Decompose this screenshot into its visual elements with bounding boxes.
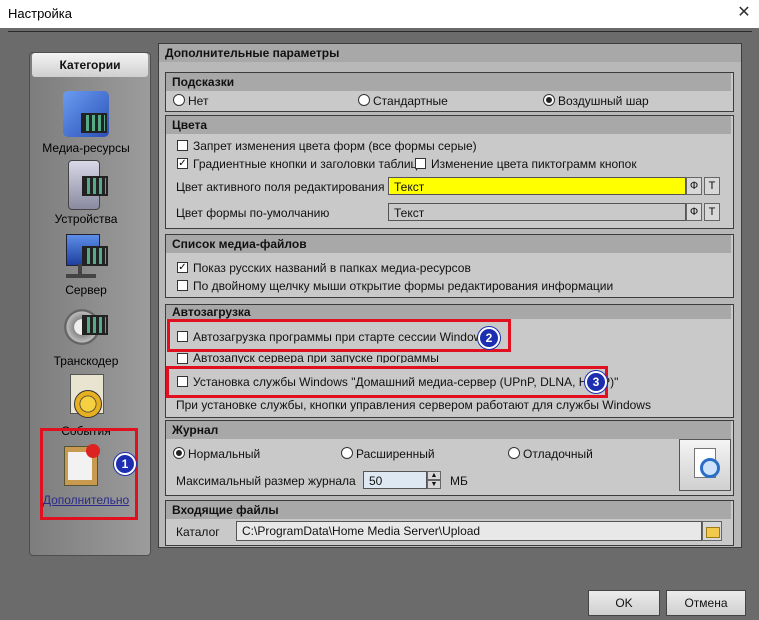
size-up-icon[interactable]: ▲ — [427, 471, 441, 480]
highlight-box-2 — [167, 319, 511, 352]
default-form-text-button[interactable]: Т — [704, 203, 720, 221]
magnifier-icon — [700, 458, 720, 478]
active-field-font-button[interactable]: Ф — [686, 177, 702, 195]
incoming-title: Входящие файлы — [166, 501, 731, 519]
colors-title: Цвета — [166, 116, 731, 134]
autostart-title: Автозагрузка — [166, 305, 731, 319]
ok-button[interactable]: OK — [588, 590, 660, 616]
hints-none-label: Нет — [188, 94, 209, 108]
service-note: При установке службы, кнопки управления … — [176, 398, 651, 412]
hints-balloon-label: Воздушный шар — [558, 94, 649, 108]
doubleclick-label: По двойному щелчку мыши открытие формы р… — [193, 279, 614, 293]
server-autostart-label: Автозапуск сервера при запуске программы — [193, 351, 439, 363]
title-bar — [0, 0, 759, 28]
journal-extended-label: Расширенный — [356, 447, 435, 461]
form-colors-label: Запрет изменения цвета форм (все формы с… — [193, 139, 477, 153]
sidebar-item-label: Медиа-ресурсы — [42, 141, 130, 155]
sidebar-item-label: Устройства — [54, 212, 118, 226]
annotation-badge-2: 2 — [478, 327, 500, 349]
default-form-label: Цвет формы по-умолчанию — [176, 206, 330, 220]
journal-debug-label: Отладочный — [523, 447, 593, 461]
window-title: Настройка — [8, 6, 72, 21]
folder-icon — [706, 527, 720, 538]
gradient-label: Градиентные кнопки и заголовки таблиц — [193, 157, 418, 171]
hints-none-radio[interactable] — [173, 94, 185, 106]
hints-title: Подсказки — [166, 73, 731, 91]
hints-standard-label: Стандартные — [373, 94, 448, 108]
sidebar-item-transcoder[interactable] — [60, 301, 112, 353]
gradient-checkbox[interactable]: ✓ — [177, 158, 188, 169]
journal-extended-radio[interactable] — [341, 447, 353, 459]
server-autostart-checkbox[interactable] — [177, 353, 188, 364]
russian-names-checkbox[interactable]: ✓ — [177, 262, 188, 273]
journal-size-input[interactable]: 50 — [363, 471, 427, 489]
main-header: Дополнительные параметры — [159, 44, 741, 62]
cancel-button[interactable]: Отмена — [666, 590, 746, 616]
sidebar-item-devices[interactable] — [60, 158, 112, 210]
journal-normal-radio[interactable] — [173, 447, 185, 459]
sidebar-header: Категории — [32, 53, 148, 77]
russian-names-label: Показ русских названий в папках медиа-ре… — [193, 261, 471, 275]
annotation-badge-3: 3 — [585, 371, 607, 393]
form-colors-checkbox[interactable] — [177, 140, 188, 151]
sidebar-item-media[interactable] — [60, 88, 112, 138]
view-journal-button[interactable] — [679, 439, 731, 491]
active-field-color-input[interactable]: Текст — [388, 177, 686, 195]
journal-debug-radio[interactable] — [508, 447, 520, 459]
catalog-input[interactable]: C:\ProgramData\Home Media Server\Upload — [236, 521, 702, 541]
journal-size-label: Максимальный размер журнала — [176, 474, 356, 488]
media-resources-icon — [63, 91, 109, 137]
journal-title: Журнал — [166, 421, 731, 439]
sidebar-item-label: Транскодер — [53, 354, 119, 368]
hints-standard-radio[interactable] — [358, 94, 370, 106]
close-icon[interactable]: ✕ — [735, 3, 753, 23]
size-down-icon[interactable]: ▼ — [427, 480, 441, 489]
sidebar-item-server[interactable] — [60, 230, 112, 282]
sidebar-item-events[interactable] — [60, 372, 112, 422]
hints-balloon-radio[interactable] — [543, 94, 555, 106]
icon-color-label: Изменение цвета пиктограмм кнопок — [431, 157, 637, 171]
divider — [8, 31, 752, 32]
active-field-label: Цвет активного поля редактирования — [176, 180, 385, 194]
journal-normal-label: Нормальный — [188, 447, 261, 461]
media-list-title: Список медиа-файлов — [166, 235, 731, 253]
default-form-font-button[interactable]: Ф — [686, 203, 702, 221]
browse-folder-button[interactable] — [702, 521, 722, 541]
icon-color-checkbox[interactable] — [415, 158, 426, 169]
journal-size-unit: МБ — [450, 474, 468, 488]
catalog-label: Каталог — [176, 525, 220, 539]
highlight-box-3 — [166, 366, 608, 398]
annotation-badge-1: 1 — [114, 453, 136, 475]
sidebar-item-label: Сервер — [65, 283, 107, 297]
active-field-text-button[interactable]: Т — [704, 177, 720, 195]
default-form-color-input[interactable]: Текст — [388, 203, 686, 221]
doubleclick-checkbox[interactable] — [177, 280, 188, 291]
